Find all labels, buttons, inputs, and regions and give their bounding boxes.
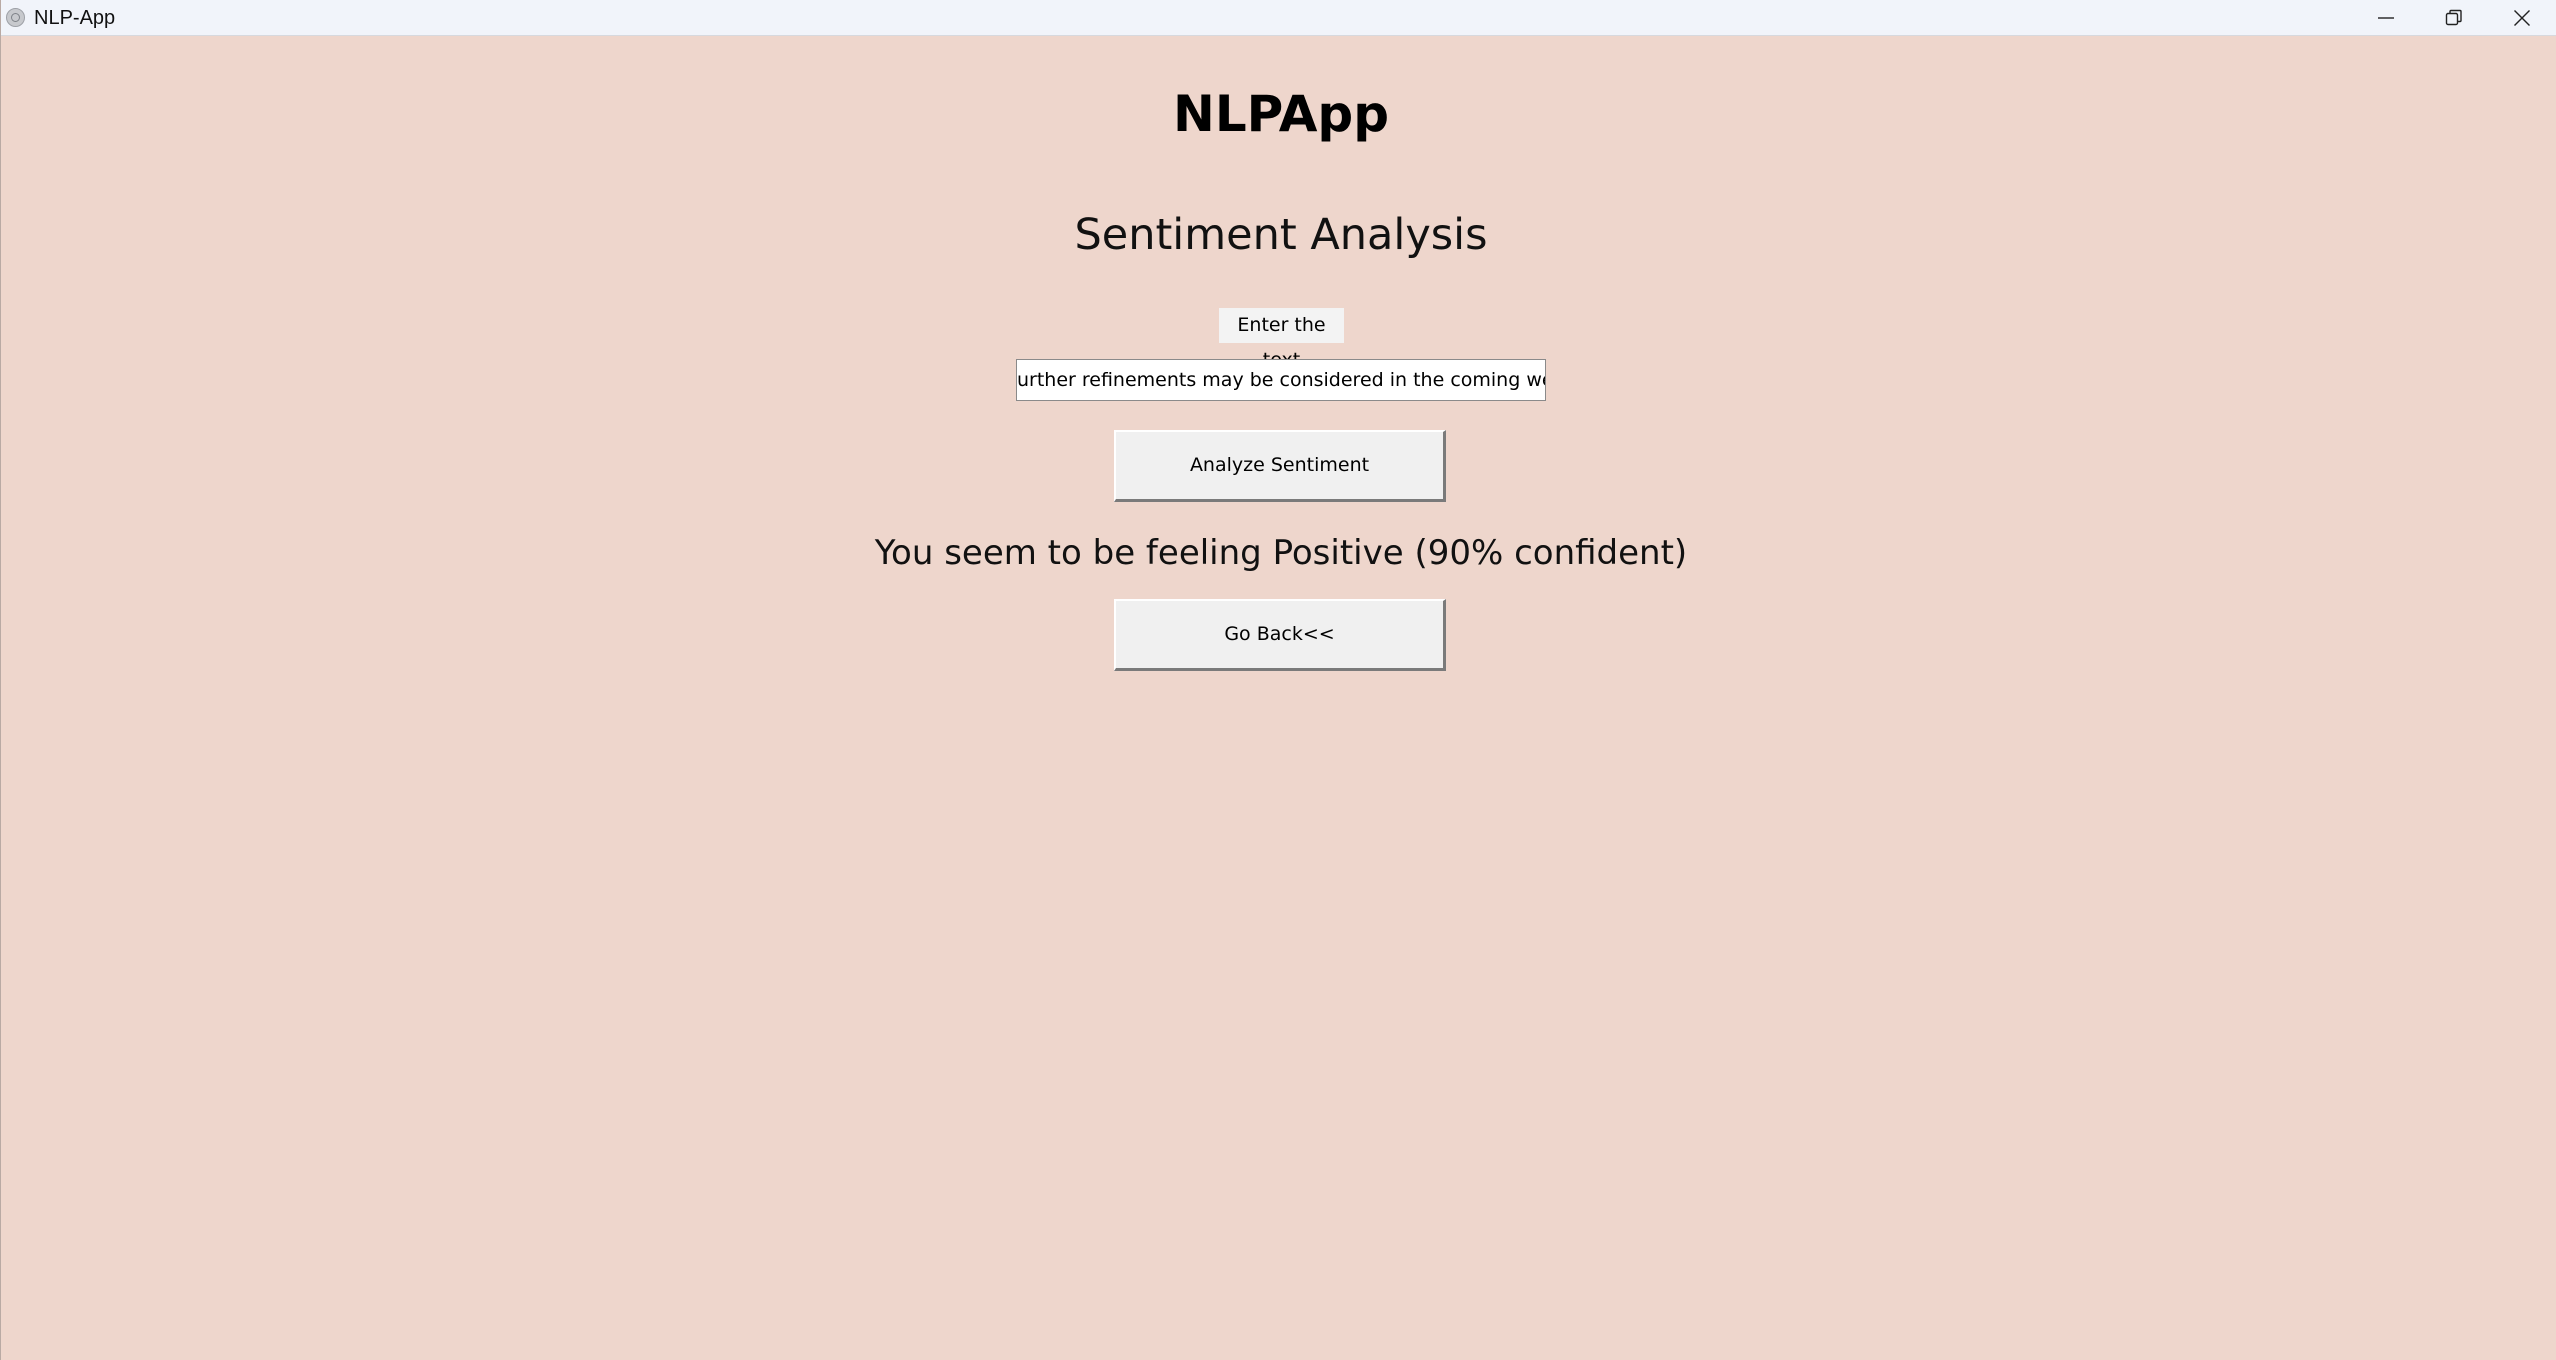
- title-bar[interactable]: NLP-App: [1, 0, 2556, 36]
- analyze-sentiment-button[interactable]: Analyze Sentiment: [1114, 430, 1446, 502]
- minimize-button[interactable]: [2351, 0, 2421, 36]
- maximize-button[interactable]: [2419, 0, 2489, 36]
- minimize-icon: [2378, 17, 2394, 19]
- close-button[interactable]: [2487, 0, 2556, 36]
- restore-icon: [2445, 9, 2462, 26]
- app-title: NLPApp: [1172, 85, 1390, 143]
- page-title: Sentiment Analysis: [1074, 210, 1488, 260]
- close-icon: [2514, 10, 2530, 26]
- app-window: NLP-App NLPApp Sentiment Analysis Enter …: [0, 0, 2556, 1360]
- text-input[interactable]: urther refinements may be considered in …: [1016, 359, 1546, 401]
- go-back-button[interactable]: Go Back<<: [1114, 599, 1446, 671]
- app-icon: [6, 8, 25, 27]
- window-title: NLP-App: [34, 7, 116, 29]
- text-input-value: urther refinements may be considered in …: [1017, 369, 1546, 391]
- input-label: Enter the text: [1219, 308, 1344, 371]
- sentiment-result: You seem to be feeling Positive (90% con…: [874, 533, 1688, 573]
- main-content: NLPApp Sentiment Analysis Enter the text…: [1, 36, 2556, 1360]
